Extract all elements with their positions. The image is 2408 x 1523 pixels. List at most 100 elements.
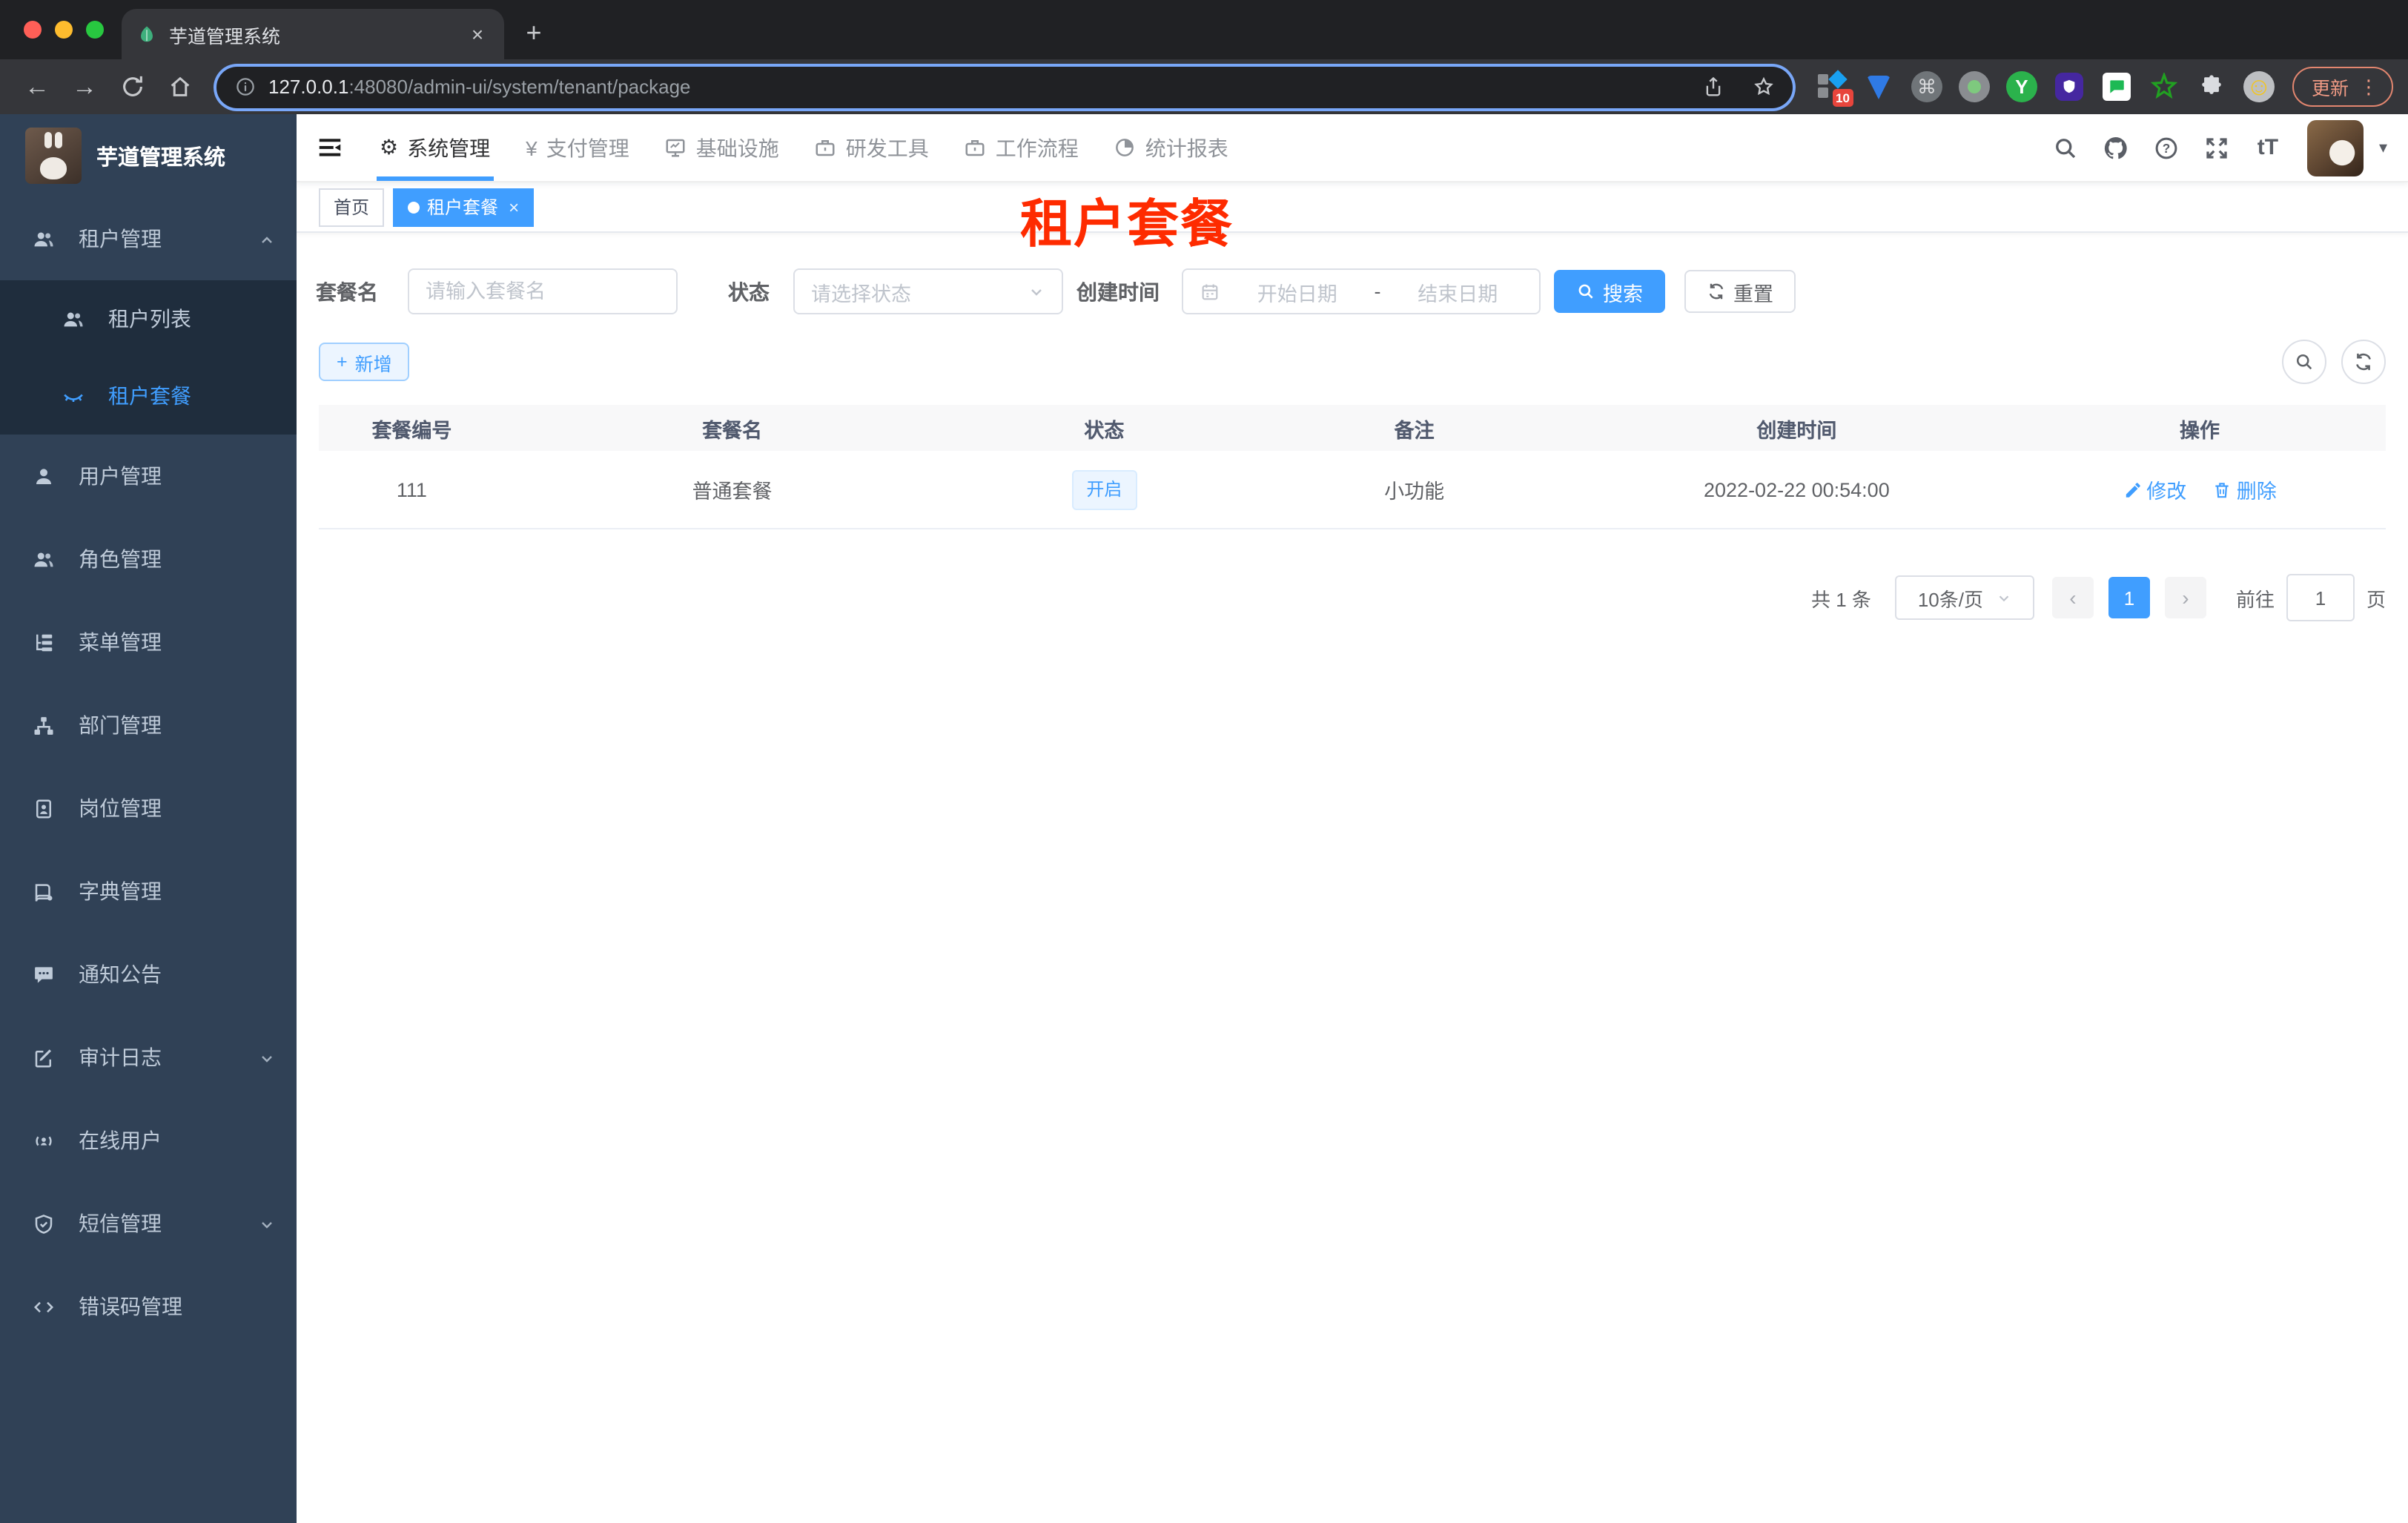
page-size-select[interactable]: 10条/页 bbox=[1894, 575, 2034, 620]
search-icon bbox=[2296, 354, 2312, 370]
back-button[interactable]: ← bbox=[15, 66, 59, 108]
tab-title: 芋道管理系统 bbox=[169, 26, 281, 47]
url-host: 127.0.0.1 bbox=[268, 76, 349, 98]
sidebar-item-notice[interactable]: 通知公告 bbox=[0, 933, 297, 1016]
tab-close-icon[interactable]: × bbox=[466, 22, 489, 46]
home-button[interactable] bbox=[157, 66, 202, 108]
browser-menu-kebab-icon[interactable]: ⋮ bbox=[2359, 75, 2378, 99]
browser-update-button[interactable]: 更新 ⋮ bbox=[2292, 67, 2393, 107]
profile-avatar-icon[interactable]: ☺ bbox=[2243, 71, 2275, 102]
sidebar-item-online-users[interactable]: 在线用户 bbox=[0, 1099, 297, 1182]
user-avatar[interactable] bbox=[2307, 119, 2364, 176]
date-range-picker[interactable]: 开始日期 - 结束日期 bbox=[1182, 268, 1541, 314]
nav-tab-infrastructure[interactable]: 基础设施 bbox=[647, 114, 797, 181]
sidebar-item-role-management[interactable]: 角色管理 bbox=[0, 518, 297, 601]
table-row: 111 普通套餐 开启 小功能 2022-02-22 00:54:00 修改 删… bbox=[319, 451, 2386, 529]
page-size-value: 10条/页 bbox=[1917, 588, 1983, 610]
reset-button[interactable]: 重置 bbox=[1684, 270, 1796, 313]
sidebar-item-tenant-list[interactable]: 租户列表 bbox=[0, 280, 297, 357]
pie-chart-icon bbox=[1114, 136, 1137, 159]
url-path: :48080/admin-ui/system/tenant/package bbox=[348, 76, 691, 98]
show-search-toggle-button[interactable] bbox=[2282, 340, 2326, 384]
nav-tab-workflow[interactable]: 工作流程 bbox=[947, 114, 1096, 181]
refresh-icon bbox=[2356, 353, 2371, 371]
nav-tab-statistics[interactable]: 统计报表 bbox=[1096, 114, 1246, 181]
avatar-caret-down-icon[interactable]: ▾ bbox=[2379, 138, 2387, 157]
header-search-button[interactable] bbox=[2047, 128, 2086, 167]
page-content: 套餐名 状态 请选择状态 创建时间 开始日期 - 结束日期 bbox=[297, 233, 2408, 1523]
prev-page-button[interactable]: ‹ bbox=[2051, 577, 2094, 618]
edit-link[interactable]: 修改 bbox=[2123, 475, 2186, 504]
filter-form: 套餐名 状态 请选择状态 创建时间 开始日期 - 结束日期 bbox=[297, 268, 2408, 314]
sidebar-item-tenant-package[interactable]: 租户套餐 bbox=[0, 357, 297, 435]
extension-command-icon[interactable]: ⌘ bbox=[1911, 71, 1942, 102]
extension-grid-icon[interactable]: 10 bbox=[1816, 70, 1853, 107]
tag-close-icon[interactable]: × bbox=[509, 196, 519, 217]
sidebar-toggle-button[interactable] bbox=[297, 114, 362, 181]
font-size-button[interactable]: tT bbox=[2249, 128, 2287, 167]
tag-home[interactable]: 首页 bbox=[319, 188, 385, 226]
delete-link[interactable]: 删除 bbox=[2213, 475, 2277, 504]
search-button[interactable]: 搜索 bbox=[1554, 270, 1665, 313]
sidebar-item-menu-management[interactable]: 菜单管理 bbox=[0, 601, 297, 684]
active-dot bbox=[408, 201, 420, 213]
page-number-1[interactable]: 1 bbox=[2108, 577, 2150, 618]
search-icon bbox=[1578, 284, 1593, 299]
sidebar-item-post-management[interactable]: 岗位管理 bbox=[0, 767, 297, 850]
yen-icon: ¥ bbox=[526, 136, 538, 159]
browser-tab[interactable]: 芋道管理系统 × bbox=[122, 9, 504, 59]
tag-tenant-package[interactable]: 租户套餐 × bbox=[393, 188, 535, 226]
date-start-placeholder: 开始日期 bbox=[1257, 283, 1337, 305]
status-select[interactable]: 请选择状态 bbox=[793, 268, 1063, 314]
delete-label: 删除 bbox=[2236, 480, 2277, 503]
col-header-actions: 操作 bbox=[2180, 419, 2220, 441]
data-table: 套餐编号 套餐名 状态 备注 创建时间 操作 111 普通套餐 开启 小功能 2… bbox=[319, 405, 2386, 529]
briefcase-icon bbox=[815, 136, 837, 159]
sidebar-item-dict-management[interactable]: 字典管理 bbox=[0, 850, 297, 933]
chevron-down-icon bbox=[258, 1048, 276, 1066]
nav-tab-system-management[interactable]: ⚙ 系统管理 bbox=[362, 114, 508, 181]
nav-tab-label: 基础设施 bbox=[695, 136, 779, 159]
nav-tab-payment-management[interactable]: ¥ 支付管理 bbox=[508, 114, 647, 181]
refresh-table-button[interactable] bbox=[2341, 340, 2386, 384]
sidebar-item-audit-log[interactable]: 审计日志 bbox=[0, 1016, 297, 1099]
sidebar-item-label: 审计日志 bbox=[79, 1045, 162, 1069]
col-header-remark: 备注 bbox=[1394, 419, 1435, 441]
message-icon bbox=[33, 963, 55, 985]
new-tab-button[interactable]: + bbox=[513, 12, 555, 53]
extensions-puzzle-icon[interactable] bbox=[2196, 71, 2227, 102]
minimize-window-button[interactable] bbox=[55, 21, 73, 39]
extension-shield-icon[interactable] bbox=[2054, 71, 2085, 102]
hamburger-collapse-icon bbox=[318, 139, 340, 156]
window-controls bbox=[24, 21, 104, 39]
bookmark-star-button[interactable] bbox=[1745, 69, 1784, 105]
extension-star-icon[interactable] bbox=[2149, 71, 2180, 102]
sidebar-item-user-management[interactable]: 用户管理 bbox=[0, 435, 297, 518]
sidebar-item-label: 字典管理 bbox=[79, 879, 162, 903]
goto-page-input[interactable] bbox=[2286, 574, 2355, 621]
sidebar-item-error-code[interactable]: 错误码管理 bbox=[0, 1265, 297, 1348]
url-bar[interactable]: 127.0.0.1:48080/admin-ui/system/tenant/p… bbox=[216, 66, 1793, 108]
help-button[interactable]: ? bbox=[2148, 128, 2186, 167]
table-toolbar: + 新增 bbox=[297, 340, 2408, 384]
forward-button[interactable]: → bbox=[62, 66, 107, 108]
nav-tab-dev-tools[interactable]: 研发工具 bbox=[797, 114, 947, 181]
fullscreen-button[interactable] bbox=[2198, 128, 2237, 167]
add-button[interactable]: + 新增 bbox=[319, 343, 410, 381]
github-button[interactable] bbox=[2097, 128, 2136, 167]
reload-button[interactable] bbox=[110, 66, 154, 108]
close-window-button[interactable] bbox=[24, 21, 42, 39]
sidebar-item-tenant-management[interactable]: 租户管理 bbox=[0, 197, 297, 280]
share-button[interactable] bbox=[1695, 69, 1733, 105]
maximize-window-button[interactable] bbox=[86, 21, 104, 39]
extension-record-icon[interactable] bbox=[1958, 71, 1990, 102]
sidebar-item-sms-management[interactable]: 短信管理 bbox=[0, 1182, 297, 1265]
extension-gem-icon[interactable] bbox=[1864, 71, 1895, 102]
favicon-leaf-icon bbox=[141, 26, 153, 42]
next-page-button[interactable]: › bbox=[2164, 577, 2206, 618]
calendar-icon bbox=[1202, 283, 1218, 300]
extension-chat-icon[interactable] bbox=[2101, 71, 2132, 102]
package-name-input[interactable] bbox=[408, 268, 678, 314]
extension-y-icon[interactable]: Y bbox=[2005, 71, 2037, 102]
sidebar-item-department-management[interactable]: 部门管理 bbox=[0, 684, 297, 767]
